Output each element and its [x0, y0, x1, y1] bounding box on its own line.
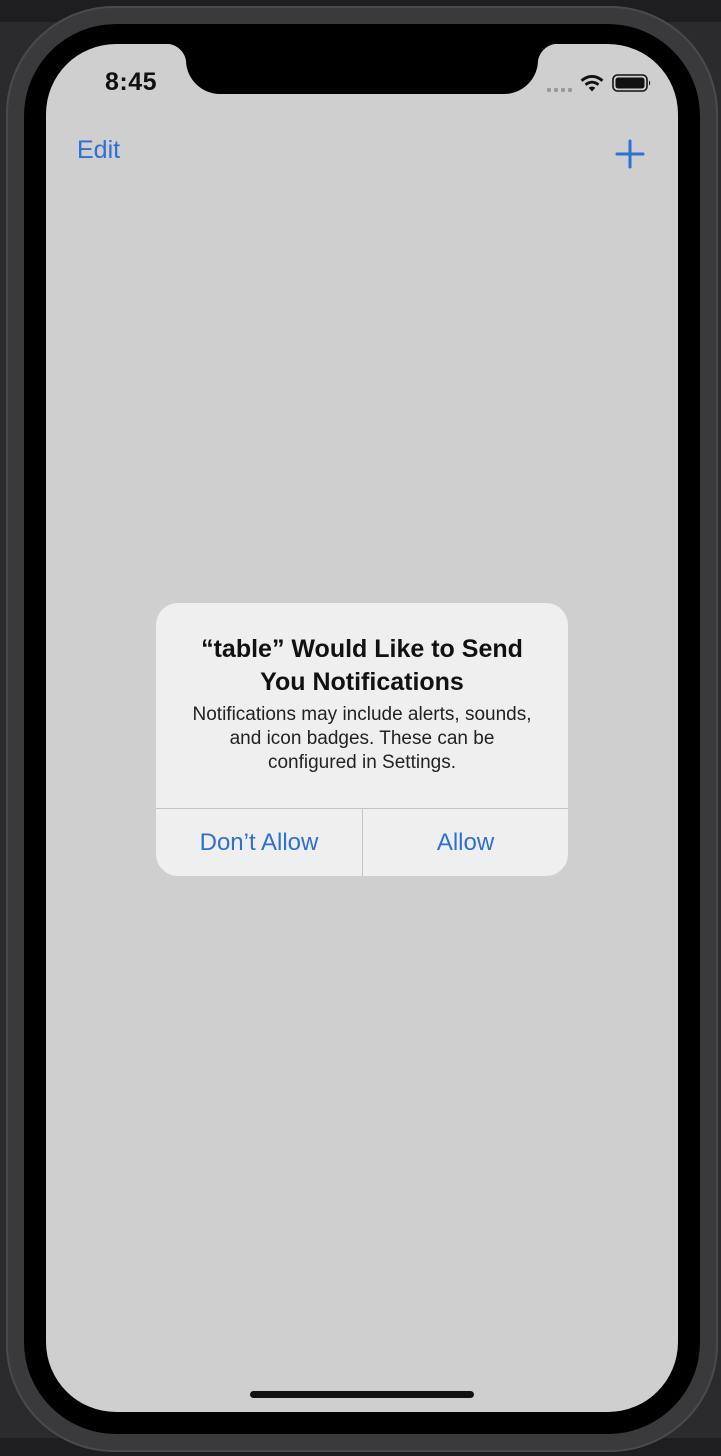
edit-button[interactable]: Edit [77, 136, 120, 165]
plus-icon [615, 139, 645, 169]
dont-allow-button[interactable]: Don’t Allow [156, 809, 362, 876]
notch [166, 44, 558, 94]
simulator-window: 8:45 Edit “table” Would Like to Send You… [0, 0, 721, 1456]
status-time: 8:45 [104, 68, 158, 96]
add-button[interactable] [612, 136, 648, 172]
alert-title: “table” Would Like to Send You Notificat… [201, 635, 523, 696]
battery-icon [612, 73, 652, 93]
allow-button[interactable]: Allow [363, 809, 568, 876]
cellular-signal-icon [547, 74, 572, 92]
notification-permission-alert: “table” Would Like to Send You Notificat… [156, 603, 568, 876]
home-indicator[interactable] [250, 1391, 474, 1398]
wifi-icon [580, 73, 604, 93]
device-screen: 8:45 Edit “table” Would Like to Send You… [46, 44, 678, 1412]
status-icons [547, 72, 652, 94]
alert-message: Notifications may include alerts, sounds… [192, 704, 532, 773]
